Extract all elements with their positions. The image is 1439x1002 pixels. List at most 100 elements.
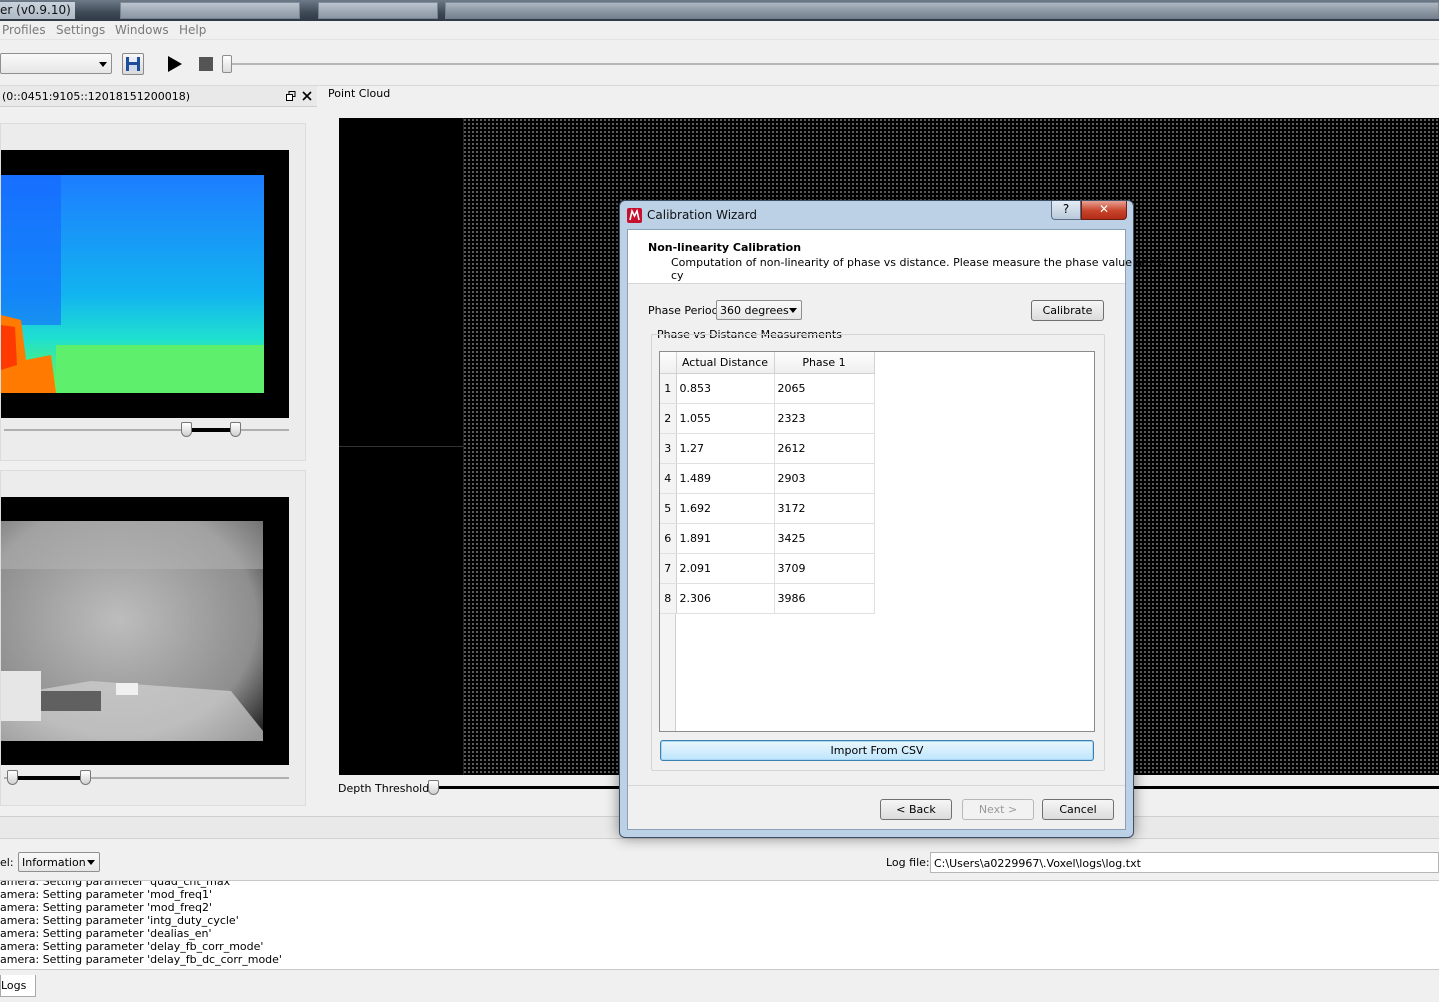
distance-cell[interactable]: 2.091 [676, 553, 775, 584]
row-number: 3 [660, 433, 677, 464]
point-cloud-title: Point Cloud [328, 87, 391, 100]
background-window-strip [445, 2, 1439, 19]
log-level-select[interactable]: Information [18, 852, 100, 872]
log-line: amera: Setting parameter 'delay_fb_corr_… [0, 940, 264, 953]
table-row: 5 1.692 3172 [660, 493, 875, 524]
distance-cell[interactable]: 0.853 [676, 373, 775, 404]
axis-line [463, 118, 464, 775]
row-number: 6 [660, 523, 677, 554]
close-button[interactable]: ✕ [1081, 201, 1127, 220]
button-separator [628, 785, 1125, 786]
column-header-actual-distance[interactable]: Actual Distance [676, 352, 775, 374]
menu-profiles[interactable]: Profiles [2, 23, 46, 37]
distance-cell[interactable]: 1.055 [676, 403, 775, 434]
close-icon[interactable] [302, 91, 312, 101]
log-line: amera: Setting parameter 'quad_cnt_max' [0, 880, 234, 888]
camera-panel: (0::0451:9105::12018151200018) [0, 86, 317, 816]
dialog-title: Calibration Wizard [647, 208, 758, 222]
depth-image [1, 175, 264, 393]
amplitude-range-fill [12, 776, 86, 780]
table-row: 7 2.091 3709 [660, 553, 875, 584]
playback-slider-handle[interactable] [222, 55, 232, 73]
row-number: 2 [660, 403, 677, 434]
help-icon: ? [1062, 202, 1070, 216]
phase-cell[interactable]: 2903 [774, 463, 875, 494]
row-number: 8 [660, 583, 677, 614]
log-line: amera: Setting parameter 'mod_freq2' [0, 901, 213, 914]
log-file-field[interactable]: C:\Users\a0229967\.Voxel\logs\log.txt [930, 852, 1439, 873]
log-line: amera: Setting parameter 'mod_freq1' [0, 888, 213, 901]
dialog-body: Non-linearity Calibration Computation of… [627, 229, 1166, 830]
title-bar: er (v0.9.10) [0, 0, 1439, 21]
distance-cell[interactable]: 2.306 [676, 583, 775, 614]
tab-logs-label: Logs [1, 979, 27, 992]
depth-view-frame [0, 123, 306, 461]
phase-cell[interactable]: 2323 [774, 403, 875, 434]
depth-range-track [4, 429, 289, 431]
depth-threshold-handle[interactable] [428, 780, 439, 795]
back-button[interactable]: < Back [880, 799, 952, 820]
menu-settings[interactable]: Settings [56, 23, 105, 37]
measurements-table-view[interactable]: Actual Distance Phase 1 1 0.853 2065 2 1.05… [659, 351, 1095, 732]
amplitude-range-max-handle[interactable] [80, 770, 91, 785]
phase-cell[interactable]: 3425 [774, 523, 875, 554]
stop-icon[interactable] [198, 56, 214, 72]
save-button[interactable] [122, 53, 144, 75]
table-header-row: Actual Distance Phase 1 [660, 352, 875, 374]
depth-range-min-handle[interactable] [181, 422, 192, 437]
amplitude-view-frame [0, 470, 306, 806]
import-csv-button[interactable]: Import From CSV [660, 740, 1094, 761]
log-file-label: Log file: [886, 856, 930, 869]
next-button[interactable]: Next > [962, 799, 1034, 820]
close-icon: ✕ [1098, 202, 1110, 216]
chevron-down-icon [99, 61, 107, 67]
table-row: 3 1.27 2612 [660, 433, 875, 464]
amplitude-range-min-handle[interactable] [7, 770, 18, 785]
phase-cell[interactable]: 2065 [774, 373, 875, 404]
row-number: 1 [660, 373, 677, 404]
table-corner [660, 352, 677, 374]
wizard-banner: Non-linearity Calibration Computation of… [628, 230, 1166, 284]
camera-panel-title: (0::0451:9105::12018151200018) [2, 90, 191, 103]
help-button[interactable]: ? [1051, 201, 1081, 220]
phase-cell[interactable]: 2612 [774, 433, 875, 464]
window-title: er (v0.9.10) [0, 2, 75, 19]
phase-period-label: Phase Period [648, 304, 719, 317]
phase-period-select[interactable]: 360 degrees [716, 300, 802, 320]
app-logo-icon [627, 208, 642, 223]
phase-cell[interactable]: 3172 [774, 493, 875, 524]
table-row: 8 2.306 3986 [660, 583, 875, 614]
distance-cell[interactable]: 1.891 [676, 523, 775, 554]
distance-cell[interactable]: 1.489 [676, 463, 775, 494]
undock-icon[interactable] [286, 91, 296, 101]
wizard-heading: Non-linearity Calibration [648, 241, 802, 254]
background-window-tab [318, 2, 438, 19]
wizard-description: Computation of non-linearity of phase vs… [671, 256, 1167, 269]
log-output[interactable]: amera: Setting parameter 'quad_cnt_max' … [0, 880, 1439, 970]
phase-cell[interactable]: 3986 [774, 583, 875, 614]
axis-line [339, 446, 463, 447]
table-row: 1 0.853 2065 [660, 373, 875, 404]
distance-cell[interactable]: 1.27 [676, 433, 775, 464]
amplitude-image [1, 521, 263, 741]
distance-cell[interactable]: 1.692 [676, 493, 775, 524]
profile-select[interactable] [0, 53, 112, 74]
phase-period-value: 360 degrees [720, 304, 789, 317]
play-icon[interactable] [166, 55, 184, 73]
cancel-button[interactable]: Cancel [1042, 799, 1114, 820]
log-line: amera: Setting parameter 'dealias_en' [0, 927, 212, 940]
log-line: amera: Setting parameter 'delay_fb_dc_co… [0, 953, 282, 966]
floppy-icon [126, 57, 140, 71]
camera-panel-header: (0::0451:9105::12018151200018) [0, 86, 317, 107]
calibrate-button[interactable]: Calibrate [1031, 300, 1104, 321]
log-line: amera: Setting parameter 'intg_duty_cycl… [0, 914, 239, 927]
depth-range-max-handle[interactable] [230, 422, 241, 437]
row-number: 5 [660, 493, 677, 524]
menu-help[interactable]: Help [179, 23, 206, 37]
column-header-phase-1[interactable]: Phase 1 [774, 352, 875, 374]
phase-cell[interactable]: 3709 [774, 553, 875, 584]
tab-logs[interactable]: Logs [0, 975, 36, 997]
wizard-description-cont: cy [671, 269, 684, 282]
menu-windows[interactable]: Windows [115, 23, 169, 37]
chevron-down-icon [87, 860, 95, 865]
